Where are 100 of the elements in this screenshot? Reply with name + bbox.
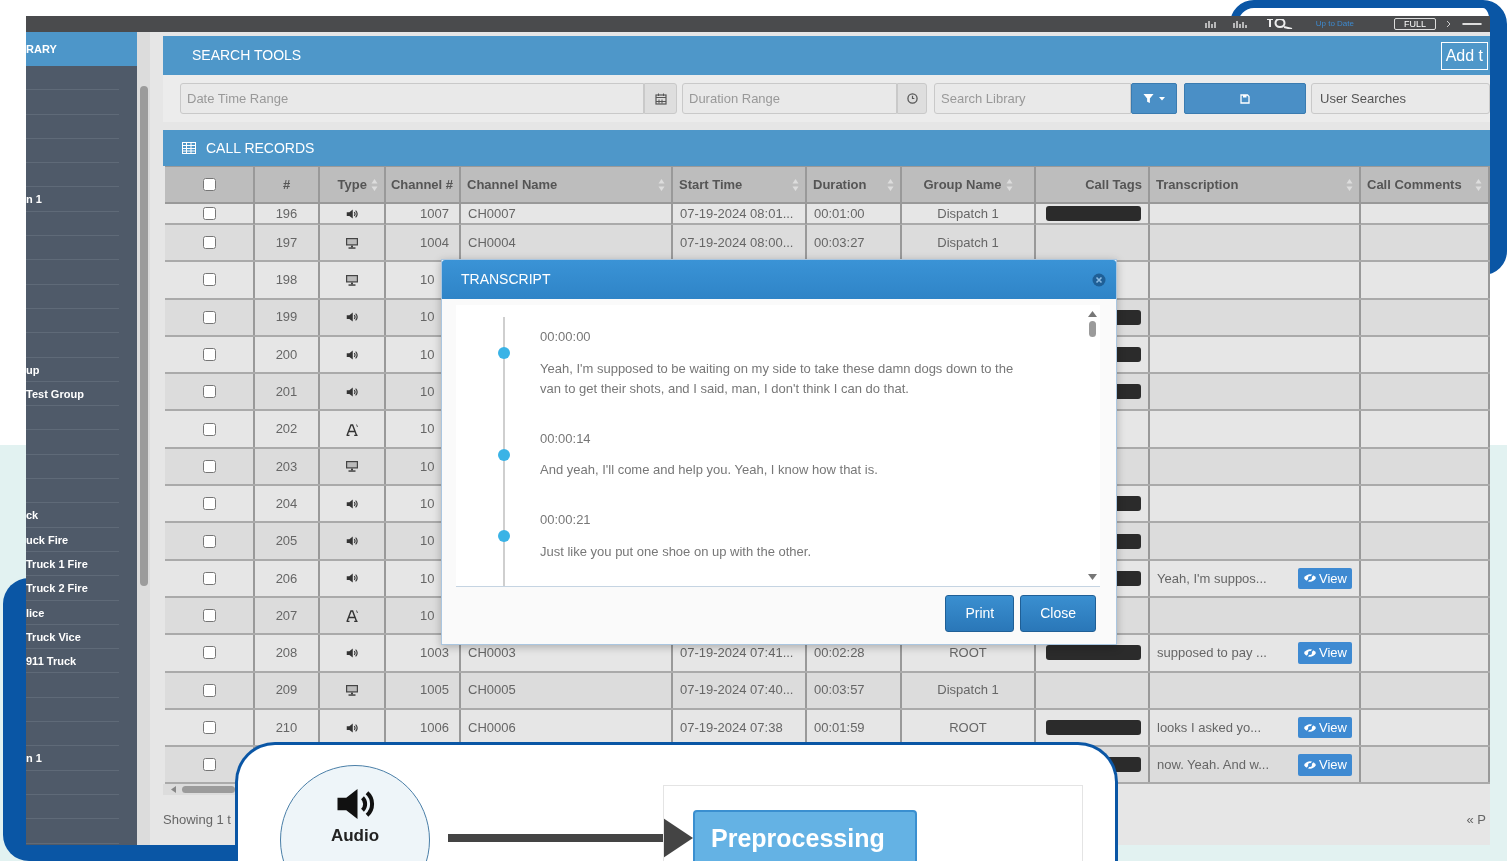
view-button[interactable]: View	[1298, 642, 1352, 664]
table-cell-text: 206	[275, 569, 298, 588]
table-cell-text: ROOT	[949, 718, 987, 737]
table-cell-text: now. Yeah. And w...	[1157, 756, 1270, 775]
calendar-button[interactable]	[644, 83, 677, 114]
table-cell-text: CH0003	[468, 644, 516, 663]
table-cell-text: 1007	[420, 205, 449, 223]
duration-range-field[interactable]: Duration Range	[682, 83, 897, 114]
column-header[interactable]: Start Time	[679, 174, 743, 195]
add-button[interactable]: Add t	[1440, 41, 1488, 70]
caret-icon	[1159, 96, 1165, 101]
sidebar-item[interactable]: 911 Truck	[26, 655, 77, 668]
table-cell-text: 199	[275, 308, 298, 327]
speaker-icon	[346, 311, 358, 324]
filter-button[interactable]	[1131, 83, 1177, 114]
table-cell-text: 10	[420, 569, 435, 588]
row-checkbox[interactable]	[202, 646, 216, 660]
row-checkbox[interactable]	[202, 721, 216, 734]
table-cell-text: ROOT	[949, 644, 987, 663]
row-checkbox[interactable]	[202, 609, 216, 623]
dialog-button[interactable]: Close	[1020, 595, 1096, 632]
column-header[interactable]: Type	[337, 174, 367, 195]
column-header[interactable]: Channel #	[390, 174, 453, 195]
row-checkbox[interactable]	[202, 459, 216, 473]
saved-searches-dropdown[interactable]: User Searches	[1311, 83, 1490, 114]
chevron-icon[interactable]	[1446, 20, 1452, 28]
sidebar-item[interactable]: Test Group	[26, 387, 84, 400]
scrollbar-thumb[interactable]	[1088, 321, 1096, 337]
speaker-icon	[346, 497, 358, 510]
table-cell-text: 196	[275, 205, 298, 223]
scrollbar-thumb[interactable]	[140, 86, 148, 586]
speaker-icon	[346, 535, 358, 547]
column-header[interactable]: Call Tags	[1085, 174, 1142, 195]
column-header[interactable]: Group Name	[923, 174, 1002, 195]
view-button[interactable]: View	[1298, 716, 1352, 739]
pagination-link[interactable]: « P	[1466, 810, 1486, 830]
mode-button[interactable]: FULL	[1394, 18, 1436, 30]
sidebar-item[interactable]: up	[26, 363, 40, 376]
timeline-dot	[498, 448, 510, 461]
row-checkbox[interactable]	[202, 385, 216, 399]
speaker-icon	[346, 207, 358, 220]
table-cell-text: 1004	[420, 233, 449, 252]
row-checkbox[interactable]	[202, 758, 216, 772]
floppy-icon	[1240, 93, 1250, 104]
table-cell-text: 200	[275, 345, 298, 364]
column-header[interactable]: Call Comments	[1367, 174, 1462, 195]
sidebar-item[interactable]: n 1	[26, 193, 42, 206]
column-header[interactable]: Channel Name	[467, 174, 558, 195]
table-icon	[182, 142, 196, 154]
dialog-button[interactable]: Print	[945, 595, 1015, 632]
eye-slash-icon	[1303, 573, 1318, 584]
table-cell-text: 10	[420, 345, 435, 364]
row-checkbox[interactable]	[202, 497, 216, 511]
search-field[interactable]: Search Library	[934, 83, 1131, 114]
row-checkbox[interactable]	[202, 310, 216, 324]
sidebar-item[interactable]: uck Fire	[26, 533, 69, 546]
sidebar-item[interactable]: Truck Vice	[26, 630, 81, 643]
scroll-up-icon	[1087, 311, 1097, 317]
table-cell-text: supposed to pay ...	[1157, 644, 1267, 663]
row-checkbox[interactable]	[202, 422, 216, 436]
panel-title: CALL RECORDS	[206, 138, 315, 158]
entry-text: Yeah, I'm supposed to be waiting on my side to take these damn dogs down to the van to get their shots, and I said, man, I don't think I can do that.	[540, 359, 1015, 398]
view-button[interactable]: View	[1298, 567, 1352, 590]
entry-time: 00:00:00	[540, 328, 592, 346]
timeline-dot	[498, 347, 510, 359]
row-checkbox[interactable]	[202, 207, 216, 221]
table-cell-text: CH0007	[468, 205, 516, 223]
table-cell-text: 205	[275, 532, 298, 551]
row-checkbox[interactable]	[202, 273, 216, 287]
horizontal-scrollbar[interactable]	[163, 784, 235, 795]
row-checkbox[interactable]	[202, 534, 216, 548]
row-checkbox[interactable]	[202, 571, 216, 585]
sidebar-item[interactable]: Truck 1 Fire	[26, 557, 88, 570]
column-header[interactable]: Transcription	[1156, 174, 1239, 195]
sidebar-title: RARY	[26, 32, 137, 66]
row-checkbox[interactable]	[202, 683, 216, 697]
sidebar-item[interactable]: lice	[26, 606, 45, 619]
speaker-icon	[346, 385, 358, 398]
close-icon[interactable]	[1092, 272, 1106, 287]
table-cell-text: 10	[420, 457, 435, 476]
row-checkbox[interactable]	[202, 236, 216, 250]
clock-button[interactable]	[897, 83, 927, 114]
column-header[interactable]: Duration	[813, 174, 867, 195]
column-header[interactable]: #	[282, 174, 291, 195]
view-button[interactable]: View	[1298, 754, 1352, 776]
table-cell-text: CH0005	[468, 681, 516, 700]
sidebar-item[interactable]: Truck 2 Fire	[26, 582, 88, 595]
date-range-field[interactable]: Date Time Range	[180, 83, 644, 114]
eye-slash-icon	[1303, 647, 1318, 658]
table-cell-text: 00:03:27	[814, 233, 865, 252]
select-all-checkbox[interactable]	[202, 178, 216, 191]
sidebar-item[interactable]: n 1	[26, 752, 42, 765]
sidebar-item[interactable]: ck	[26, 509, 39, 522]
entry-text: Just like you put one shoe on up with the other.	[540, 542, 812, 561]
row-checkbox[interactable]	[202, 348, 216, 362]
table-cell-text: 204	[275, 494, 298, 513]
scrollbar-thumb[interactable]	[182, 786, 235, 793]
table-cell-text: looks I asked yo...	[1157, 718, 1262, 737]
table-cell-text: 00:03:57	[814, 681, 865, 700]
node-label: Audio	[330, 826, 380, 846]
